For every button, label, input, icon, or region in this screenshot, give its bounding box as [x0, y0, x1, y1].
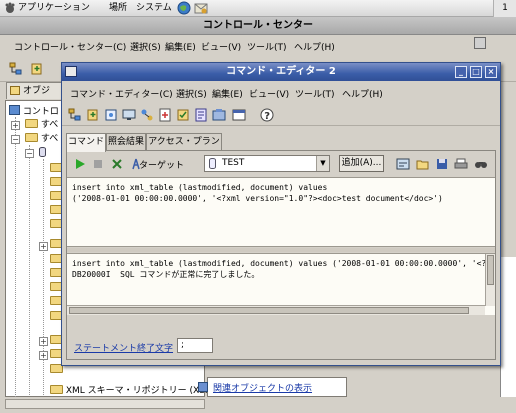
add-instance-icon[interactable] — [30, 62, 44, 76]
output-line-1: insert into xml_table (lastmodified, doc… — [72, 259, 487, 268]
monitor-icon[interactable] — [122, 108, 136, 122]
sql-line-1: insert into xml_table (lastmodified, doc… — [72, 183, 328, 192]
places-menu[interactable]: 場所 — [109, 2, 127, 15]
maximize-icon[interactable]: □ — [470, 66, 482, 78]
ce-menu-command-editor[interactable]: コマンド・エディター(C) — [70, 87, 173, 100]
tree-horizontal-scrollbar[interactable] — [5, 399, 205, 409]
folder-icon — [50, 385, 63, 394]
object-view-tab-label: オブジ — [23, 86, 51, 96]
close-icon[interactable]: × — [485, 66, 497, 78]
sql-editor[interactable]: insert into xml_table (lastmodified, doc… — [67, 177, 495, 247]
add-target-button[interactable]: 追加(A)... — [339, 155, 384, 172]
command-editor-tabs: コマンド 照会結果 アクセス・プラン — [66, 133, 496, 152]
command-editor-menubar: コマンド・エディター(C) 選択(S) 編集(E) ビュー(V) ツール(T) … — [62, 84, 500, 101]
tree-item-xml-repository-label: XML スキーマ・リポジトリー (XSR — [65, 386, 212, 396]
tree-expand-icon[interactable]: + — [39, 351, 48, 360]
tree-item-all-1-label: すべ — [40, 120, 59, 130]
command-editor-window: コマンド・エディター 2 _ □ × コマンド・エディター(C) 選択(S) 編… — [61, 62, 501, 366]
tree-item-all-2-label: すべ — [40, 134, 59, 144]
output-line-2: DB20000I SQL コマンドが正常に完了しました。 — [72, 270, 260, 279]
control-center-title: コントロール・センター — [0, 17, 516, 35]
target-select-value: TEST — [222, 158, 245, 168]
tree-expand-icon[interactable]: + — [39, 337, 48, 346]
contents-pane-edge — [500, 257, 516, 397]
folder-icon — [10, 86, 20, 95]
journal-icon[interactable] — [194, 108, 208, 122]
ce-menu-tools[interactable]: ツール(T) — [295, 87, 335, 100]
details-icon — [198, 382, 208, 392]
open-folder-icon[interactable] — [416, 157, 430, 171]
save-icon[interactable] — [435, 157, 449, 171]
object-view-tab[interactable]: オブジ — [6, 82, 66, 99]
system-tree-icon[interactable] — [9, 62, 23, 76]
tree-item-all-1[interactable]: すべ — [25, 119, 58, 132]
applications-menu[interactable]: アプリケーション — [18, 2, 90, 15]
system-tree-icon[interactable] — [68, 108, 82, 122]
tree-expand-icon[interactable]: + — [11, 121, 20, 130]
database-icon — [39, 147, 46, 157]
task-center-icon[interactable] — [176, 108, 190, 122]
target-label: ターゲット — [139, 161, 185, 171]
execute-icon[interactable] — [73, 157, 87, 171]
health-center-icon[interactable] — [158, 108, 172, 122]
minimize-icon[interactable]: _ — [455, 66, 467, 78]
help-icon[interactable]: ? — [260, 108, 274, 122]
license-center-icon[interactable] — [212, 108, 226, 122]
cc-menu-view[interactable]: ビュー(V) — [201, 40, 241, 53]
command-editor-toolbar: ? — [62, 104, 500, 126]
database-icon — [209, 158, 216, 169]
tab-query-results[interactable]: 照会結果 — [106, 133, 146, 151]
cc-menu-control-center[interactable]: コントロール・センター(C) — [14, 40, 126, 53]
add-database-icon[interactable] — [104, 108, 118, 122]
window-menu-icon[interactable] — [65, 66, 77, 77]
panel-indicator[interactable]: 1 — [493, 0, 516, 17]
system-menu[interactable]: システム — [136, 2, 172, 15]
command-panel: ターゲット TEST ▼ 追加(A)... insert into xml_ta… — [66, 150, 496, 360]
cc-menu-edit[interactable]: 編集(E) — [165, 40, 196, 53]
command-run-bar: ターゲット TEST ▼ 追加(A)... — [67, 152, 495, 176]
control-center-menubar: コントロール・センター(C) 選択(S) 編集(E) ビュー(V) ツール(T)… — [0, 37, 516, 54]
sql-line-2: ('2008-01-01 00:00:00.0000', '<?xml vers… — [72, 194, 443, 203]
print-icon[interactable] — [454, 157, 468, 171]
tree-expand-icon[interactable]: + — [39, 242, 48, 251]
tree-root-label: コントロ — [22, 107, 59, 117]
cc-menu-select[interactable]: 選択(S) — [130, 40, 161, 53]
ce-menu-view[interactable]: ビュー(V) — [249, 87, 289, 100]
command-output[interactable]: insert into xml_table (lastmodified, doc… — [67, 253, 495, 315]
svg-text:?: ? — [264, 111, 270, 122]
script-icon[interactable] — [396, 157, 410, 171]
statement-terminator-input[interactable]: ; — [177, 338, 213, 353]
tab-access-plan[interactable]: アクセス・プラン — [146, 133, 222, 151]
command-editor-title: コマンド・エディター 2 — [226, 66, 336, 77]
target-select[interactable]: TEST ▼ — [204, 155, 330, 172]
window-list-icon[interactable] — [232, 108, 246, 122]
add-instance-icon[interactable] — [86, 108, 100, 122]
chevron-down-icon[interactable]: ▼ — [316, 156, 329, 171]
desktop-top-panel: アプリケーション 場所 システム 1 — [0, 0, 516, 17]
pane-splitter[interactable] — [67, 248, 495, 252]
show-related-objects-link[interactable]: 関連オブジェクトの表示 — [213, 381, 312, 394]
tab-commands[interactable]: コマンド — [66, 133, 106, 152]
tree-collapse-icon[interactable]: − — [11, 135, 20, 144]
replication-icon[interactable] — [140, 108, 154, 122]
output-horizontal-scrollbar[interactable] — [67, 305, 485, 315]
ce-menu-select[interactable]: 選択(S) — [176, 87, 207, 100]
cc-menu-help[interactable]: ヘルプ(H) — [294, 40, 335, 53]
folder-icon — [25, 133, 38, 142]
cc-menu-tools[interactable]: ツール(T) — [247, 40, 287, 53]
folder-icon — [25, 119, 38, 128]
execute-explain-icon[interactable] — [110, 157, 124, 171]
object-details-pane: 関連オブジェクトの表示 — [198, 377, 347, 397]
ce-menu-help[interactable]: ヘルプ(H) — [342, 87, 383, 100]
output-vertical-scrollbar[interactable] — [485, 254, 495, 306]
control-center-tree-icon — [9, 105, 20, 115]
tree-item-xml-repository[interactable]: XML スキーマ・リポジトリー (XSR — [50, 385, 211, 398]
command-editor-titlebar[interactable]: コマンド・エディター 2 _ □ × — [62, 63, 500, 81]
stop-icon[interactable] — [91, 157, 105, 171]
ce-menu-edit[interactable]: 編集(E) — [212, 87, 243, 100]
find-icon[interactable] — [474, 157, 488, 171]
statement-terminator-label[interactable]: ステートメント終了文字 — [74, 341, 173, 354]
tree-root[interactable]: コントロ — [9, 105, 59, 118]
tree-collapse-icon[interactable]: − — [25, 149, 34, 158]
